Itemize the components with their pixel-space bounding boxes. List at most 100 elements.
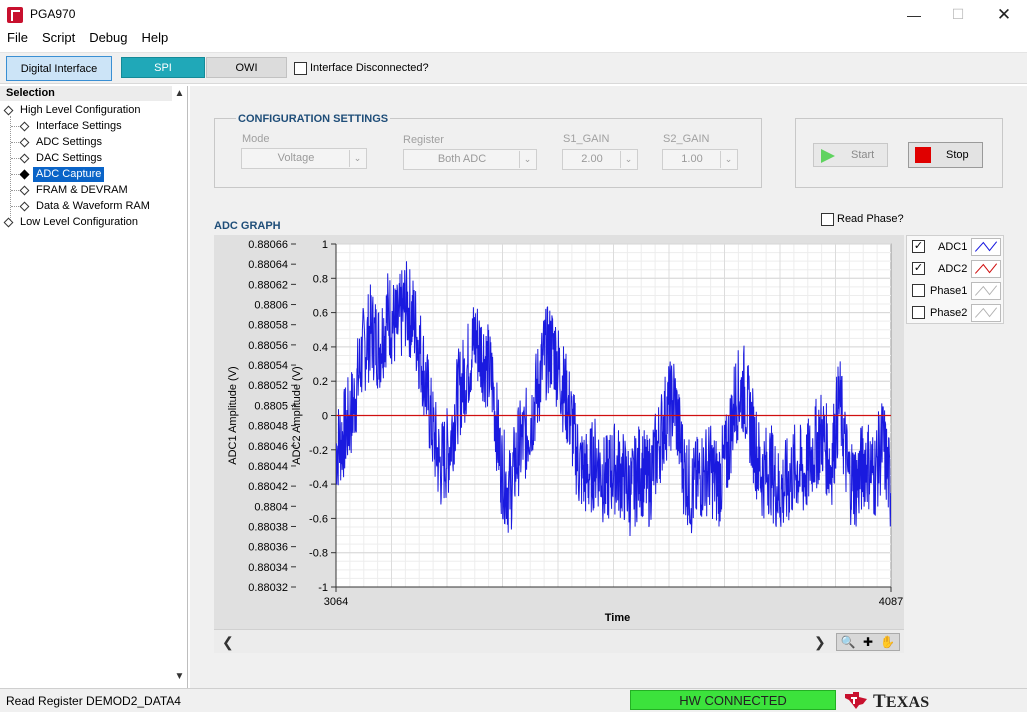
y-tick-label-adc1: 0.88048	[248, 421, 288, 433]
title-bar: PGA970 — ☐ ✕	[0, 0, 1027, 29]
zoom-icon[interactable]: 🔍	[841, 635, 856, 649]
register-value: Both ADC	[437, 153, 487, 165]
menu-debug[interactable]: Debug	[82, 29, 134, 49]
tree-item-label: FRAM & DEVRAM	[36, 184, 128, 196]
y-tick-label-adc1: 0.88036	[248, 542, 288, 554]
tree-item-label: High Level Configuration	[20, 104, 141, 116]
graph-scrollbar[interactable]: ❮ ❯ 🔍 ✚ ✋	[214, 629, 904, 653]
tree-item-label: Data & Waveform RAM	[36, 200, 150, 212]
s1-gain-dropdown[interactable]: 2.00 ⌄	[562, 149, 638, 170]
legend-item-phase2[interactable]: Phase2	[907, 302, 1005, 324]
scroll-up-icon[interactable]: ▲	[172, 86, 187, 102]
graph-tool-palette: 🔍 ✚ ✋	[836, 633, 900, 651]
tree-connector	[11, 174, 19, 175]
x-tick-label: 4087	[879, 596, 903, 608]
maximize-icon[interactable]: ☐	[935, 0, 981, 29]
y-tick-label-adc2: -0.4	[309, 479, 328, 491]
y-tick-label-adc1: 0.88032	[248, 582, 288, 594]
crosshair-icon[interactable]: ✚	[863, 635, 873, 649]
tree-item-label: DAC Settings	[36, 152, 103, 164]
scroll-right-icon[interactable]: ❯	[814, 634, 826, 651]
y-tick-label-adc1: 0.88064	[248, 259, 288, 271]
interface-disconnected-checkbox[interactable]	[294, 62, 307, 75]
chevron-down-icon: ⌄	[620, 151, 636, 168]
tree-node-icon	[19, 153, 30, 164]
legend-swatch-adc2	[971, 260, 1001, 278]
menu-help[interactable]: Help	[135, 29, 176, 49]
tree-node-icon	[19, 121, 30, 132]
y-tick-label-adc1: 0.88054	[248, 360, 288, 372]
s1-gain-label: S1_GAIN	[563, 133, 610, 145]
tree-node-icon	[3, 217, 14, 228]
pan-hand-icon[interactable]: ✋	[880, 635, 895, 649]
y-tick-label-adc1: 0.88042	[248, 481, 288, 493]
tree-connector	[11, 126, 19, 127]
tree-connector	[11, 206, 19, 207]
y-tick-label-adc2: 0	[322, 411, 328, 423]
start-button[interactable]: Start	[813, 143, 888, 167]
tree-item-label: ADC Settings	[36, 136, 103, 148]
legend-label: Phase1	[930, 285, 968, 297]
legend-label: ADC2	[938, 263, 968, 275]
y-tick-label-adc1: 0.88062	[248, 279, 288, 291]
chevron-down-icon: ⌄	[349, 150, 365, 167]
mode-label: Mode	[242, 133, 270, 145]
legend-swatch-phase2	[971, 304, 1001, 322]
minimize-icon[interactable]: —	[891, 0, 937, 29]
s2-gain-label: S2_GAIN	[663, 133, 710, 145]
y-tick-label-adc1: 0.88044	[248, 461, 288, 473]
adc-graph[interactable]: 1 0.8 0.6 0.4 0.2 0 -0.2 -0.4 -0.6 -0.8 -1 0.88066 0…	[214, 235, 904, 629]
tree-connector	[11, 190, 19, 191]
legend-item-adc1[interactable]: ✓ ADC1	[907, 236, 1005, 258]
tree-node-icon	[19, 201, 30, 212]
y-axis-label-adc1: ADC1 Amplitude (V)	[227, 366, 239, 464]
tree-item-label: Low Level Configuration	[20, 216, 139, 228]
chevron-down-icon: ⌄	[720, 151, 736, 168]
y-tick-label-adc2: -0.2	[309, 445, 328, 457]
legend-checkbox[interactable]: ✓	[912, 240, 925, 253]
start-label: Start	[851, 149, 875, 161]
menu-file[interactable]: File	[0, 29, 35, 49]
y-tick-label-adc1: 0.88056	[248, 340, 288, 352]
y-tick-label-adc2: 0.6	[313, 308, 328, 320]
legend-label: ADC1	[938, 241, 968, 253]
interface-disconnected-label: Interface Disconnected?	[310, 62, 429, 74]
stop-button[interactable]: Stop	[908, 142, 983, 168]
mode-value: Voltage	[277, 152, 315, 164]
close-icon[interactable]: ✕	[981, 0, 1027, 29]
adc-chart-svg: 1 0.8 0.6 0.4 0.2 0 -0.2 -0.4 -0.6 -0.8 -1 0.88066 0…	[227, 239, 903, 624]
texas-instruments-wordmark: TEXAS INSTRUMENTS	[873, 691, 930, 712]
chevron-down-icon: ⌄	[519, 151, 535, 168]
legend-label: Phase2	[930, 307, 968, 319]
legend-item-phase1[interactable]: Phase1	[907, 280, 1005, 302]
y-tick-label-adc1: 0.88046	[248, 441, 288, 453]
legend-checkbox[interactable]	[912, 306, 925, 319]
y-tick-label-adc1: 0.88038	[248, 521, 288, 533]
spi-tab[interactable]: SPI	[121, 57, 205, 78]
toolbar: Digital Interface SPI OWI Interface Disc…	[0, 52, 1027, 84]
y-tick-label-adc1: 0.8806	[254, 300, 288, 312]
digital-interface-button[interactable]: Digital Interface	[6, 56, 112, 81]
tree-connector	[11, 142, 19, 143]
register-dropdown[interactable]: Both ADC ⌄	[403, 149, 537, 170]
tree-connector	[11, 158, 19, 159]
y-tick-label-adc1: 0.88052	[248, 380, 288, 392]
legend-checkbox[interactable]	[912, 284, 925, 297]
read-phase-checkbox[interactable]	[821, 213, 834, 226]
tree-connector	[10, 116, 11, 220]
y-tick-label-adc2: 0.8	[313, 273, 328, 285]
scroll-down-icon[interactable]: ▼	[172, 669, 187, 685]
x-tick-label: 3064	[324, 596, 348, 608]
mode-dropdown[interactable]: Voltage ⌄	[241, 148, 367, 169]
scroll-left-icon[interactable]: ❮	[222, 634, 234, 651]
tree-node-icon	[19, 137, 30, 148]
menu-bar: File Script Debug Help	[0, 29, 1027, 49]
s2-gain-dropdown[interactable]: 1.00 ⌄	[662, 149, 738, 170]
owi-tab[interactable]: OWI	[206, 57, 287, 78]
legend-checkbox[interactable]: ✓	[912, 262, 925, 275]
legend-swatch-adc1	[971, 238, 1001, 256]
legend-item-adc2[interactable]: ✓ ADC2	[907, 258, 1005, 280]
legend-swatch-phase1	[971, 282, 1001, 300]
menu-script[interactable]: Script	[35, 29, 82, 49]
texas-instruments-logo-icon	[845, 692, 867, 709]
